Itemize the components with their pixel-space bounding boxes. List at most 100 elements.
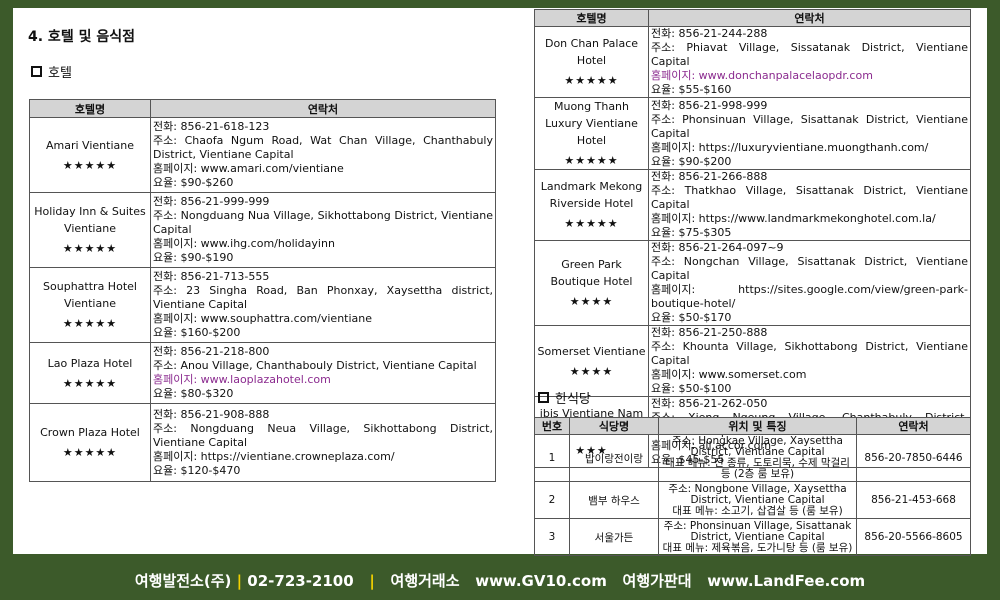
company-phone: 02-723-2100 — [247, 572, 354, 590]
contact-line: 주소: Phonsinuan Village, Sisattanak Distr… — [651, 112, 968, 140]
contact-line: 요율: $55-$160 — [651, 83, 732, 96]
star-rating: ★★★★ — [569, 364, 614, 378]
star-rating: ★★★★★ — [564, 74, 619, 87]
location-cell: 주소: Nongbone Village, Xaysettha District… — [658, 481, 857, 519]
exchange-link[interactable]: www.GV10.com — [475, 572, 607, 590]
contact-line: 전화: 856-21-713-555 — [153, 270, 270, 283]
contact-line: 전화: 856-21-999-999 — [153, 195, 270, 208]
restaurant-name: 서울가든 — [569, 518, 659, 556]
hotel-name: Holiday Inn & Suites Vientiane — [34, 205, 146, 235]
hotel-row: Somerset Vientiane ★★★★ 전화: 856-21-250-888… — [534, 325, 971, 397]
contact-line: 주소: Chaofa Ngum Road, Wat Chan Village, … — [153, 134, 493, 161]
contact-line[interactable]: 홈페이지: https://luxuryvientiane.muongthanh… — [651, 141, 968, 155]
restaurant-row: 2 뱀부 하우스 주소: Nongbone Village, Xaysettha D… — [534, 481, 971, 519]
contact-line: 요율: $90-$260 — [153, 176, 234, 189]
contact-line: 요율: $90-$190 — [153, 251, 234, 264]
hotel-name-header: 호텔명 — [29, 99, 151, 118]
restaurant-row: 3 서울가든 주소: Phonsinuan Village, Sisattanak … — [534, 518, 971, 556]
contact-cell: 전화: 856-21-218-800 주소: Anou Village, Chan… — [150, 342, 496, 404]
hotel-name-cell: Crown Plaza Hotel ★★★★★ — [29, 403, 151, 482]
document-page: 4. 호텔 및 음식점 호텔 호텔명 연락처 Amari Vientiane ★★… — [13, 8, 987, 556]
restaurant-menu: 대표 메뉴: 제육볶음, 도가니탕 등 (룸 보유) — [662, 541, 853, 554]
checkbox-icon — [538, 392, 549, 403]
hotel-row: Holiday Inn & Suites Vientiane ★★★★★ 전화: 8… — [29, 192, 496, 268]
contact-line[interactable]: 홈페이지: www.somerset.com — [651, 368, 968, 382]
restaurant-menu: 대표 메뉴: 전 종류, 도토리묵, 수제 막걸리 등 (2층 룸 보유) — [665, 457, 850, 480]
restaurant-heading: 한식당 — [538, 388, 591, 407]
restaurant-table: 번호 식당명 위치 및 특징 연락처 1 밥이랑전이랑 주소: Hongkae Vi… — [534, 417, 971, 556]
contact-line[interactable]: 홈페이지: https://sites.google.com/view/gree… — [651, 283, 968, 311]
hotel-name: Crown Plaza Hotel — [40, 426, 140, 439]
contact-line: 전화: 856-21-218-800 — [153, 345, 270, 358]
restaurant-phone: 856-20-5566-8605 — [856, 518, 971, 556]
row-number: 3 — [534, 518, 570, 556]
contact-cell: 전화: 856-21-999-999 주소: Nongduang Nua Vill… — [150, 192, 496, 268]
hotel-row: Don Chan Palace Hotel ★★★★★ 전화: 856-21-244… — [534, 26, 971, 98]
contact-line[interactable]: 홈페이지: www.donchanpalacelaopdr.com — [651, 69, 968, 83]
hotel-name: Landmark Mekong Riverside Hotel — [540, 180, 643, 210]
hotel-name: Somerset Vientiane — [537, 344, 646, 358]
contact-line[interactable]: 홈페이지: www.amari.com/vientiane — [153, 162, 493, 176]
footer-bar: 여행발전소(주) | 02-723-2100 | 여행거래소 www.GV10.… — [0, 570, 1000, 591]
star-rating: ★★★★★ — [62, 242, 118, 255]
hotel-name-cell: Landmark Mekong Riverside Hotel ★★★★★ — [534, 169, 649, 241]
hotel-row: Lao Plaza Hotel ★★★★★ 전화: 856-21-218-800 주소… — [29, 342, 496, 404]
location-header: 위치 및 특징 — [658, 417, 857, 435]
company-name: 여행발전소(주) — [134, 572, 232, 590]
hotel-name: Green Park Boutique Hotel — [550, 258, 633, 288]
contact-line: 전화: 856-21-998-999 — [651, 98, 768, 112]
contact-line: 전화: 856-21-262-050 — [651, 397, 768, 410]
hotel-heading: 호텔 — [31, 62, 72, 81]
restaurant-address: 주소: Hongkae Village, Xaysettha District,… — [672, 435, 843, 458]
contact-line: 전화: 856-21-266-888 — [651, 170, 768, 183]
contact-line: 주소: Thatkhao Village, Sisattanak Distric… — [651, 184, 968, 211]
contact-line[interactable]: 홈페이지: www.souphattra.com/vientiane — [153, 312, 493, 326]
hotel-heading-label: 호텔 — [48, 66, 72, 81]
hotel-name-cell: Muong Thanh Luxury Vientiane Hotel ★★★★★ — [534, 97, 649, 170]
contact-line[interactable]: 홈페이지: https://www.landmarkmekonghotel.co… — [651, 212, 968, 226]
contact-line: 주소: Anou Village, Chanthabouly District,… — [153, 359, 477, 372]
hotel-name: Muong Thanh Luxury Vientiane Hotel — [545, 100, 638, 147]
star-rating: ★★★★★ — [62, 317, 118, 330]
restaurant-name: 뱀부 하우스 — [569, 481, 659, 519]
star-rating: ★★★★★ — [62, 158, 118, 172]
exchange-label: 여행거래소 — [390, 572, 460, 590]
hotel-row: Green Park Boutique Hotel ★★★★ 전화: 856-21-… — [534, 240, 971, 326]
contact-cell: 전화: 856-21-618-123 주소: Chaofa Ngum Road, … — [150, 117, 496, 193]
restaurant-address: 주소: Phonsinuan Village, Sisattanak Distr… — [663, 519, 852, 543]
location-cell: 주소: Phonsinuan Village, Sisattanak Distr… — [658, 518, 857, 556]
market-link[interactable]: www.LandFee.com — [707, 572, 865, 590]
restaurant-row: 1 밥이랑전이랑 주소: Hongkae Village, Xaysettha Di… — [534, 434, 971, 482]
contact-cell: 전화: 856-21-713-555 주소: 23 Singha Road, Ba… — [150, 267, 496, 343]
contact-line: 요율: $75-$305 — [651, 226, 732, 239]
contact-line: 주소: Khounta Village, Sikhottabong Distri… — [651, 340, 968, 367]
contact-line: 주소: Nongduang Nua Village, Sikhottabong … — [153, 209, 493, 236]
restaurant-phone: 856-20-7850-6446 — [856, 434, 971, 482]
hotel-row: Landmark Mekong Riverside Hotel ★★★★★ 전화: … — [534, 169, 971, 241]
separator: | — [236, 572, 248, 590]
contact-line[interactable]: 홈페이지: www.laoplazahotel.com — [153, 373, 493, 387]
hotel-name-cell: Amari Vientiane ★★★★★ — [29, 117, 151, 193]
contact-header: 연락처 — [856, 417, 971, 435]
contact-line: 요율: $160-$200 — [153, 326, 241, 339]
hotel-name: Amari Vientiane — [46, 138, 134, 152]
contact-header: 연락처 — [648, 9, 971, 27]
hotel-name-cell: Don Chan Palace Hotel ★★★★★ — [534, 26, 649, 98]
hotel-name: Souphattra Hotel Vientiane — [43, 280, 137, 310]
hotel-name-header: 호텔명 — [534, 9, 649, 27]
hotel-name-cell: Green Park Boutique Hotel ★★★★ — [534, 240, 649, 326]
market-label: 여행가판대 — [622, 572, 692, 590]
contact-line[interactable]: 홈페이지: www.ihg.com/holidayinn — [153, 237, 493, 251]
section-title: 4. 호텔 및 음식점 — [28, 29, 135, 45]
restaurant-heading-label: 한식당 — [555, 392, 591, 407]
restaurant-address: 주소: Nongbone Village, Xaysettha District… — [668, 482, 847, 506]
hotel-name-cell: Holiday Inn & Suites Vientiane ★★★★★ — [29, 192, 151, 268]
contact-header: 연락처 — [150, 99, 496, 118]
contact-line: 전화: 856-21-618-123 — [153, 120, 270, 133]
restaurant-name-header: 식당명 — [569, 417, 659, 435]
contact-line[interactable]: 홈페이지: https://vientiane.crowneplaza.com/ — [153, 450, 493, 464]
restaurant-phone: 856-21-453-668 — [856, 481, 971, 519]
star-rating: ★★★★★ — [564, 154, 619, 167]
hotel-row: Crown Plaza Hotel ★★★★★ 전화: 856-21-908-888… — [29, 403, 496, 482]
contact-cell: 전화: 856-21-250-888 주소: Khounta Village, S… — [648, 325, 971, 397]
